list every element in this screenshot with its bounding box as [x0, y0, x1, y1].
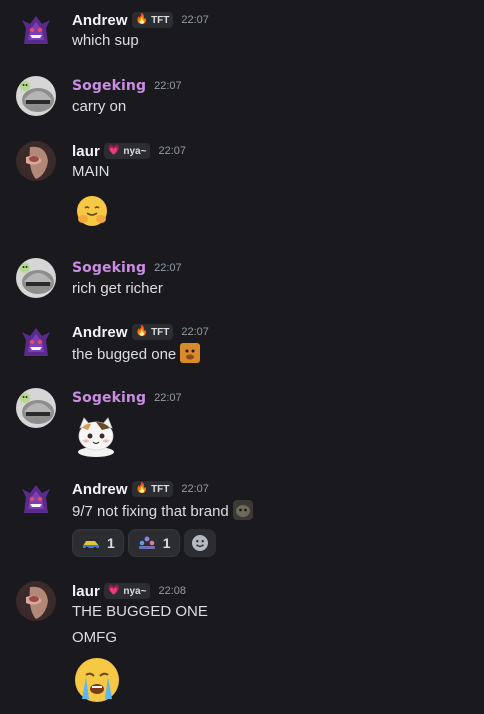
timestamp: 22:07 — [181, 483, 209, 495]
fire-icon: 🔥 — [135, 326, 149, 337]
add-reaction-button[interactable] — [183, 529, 216, 557]
timestamp: 22:08 — [158, 585, 186, 597]
car-emoji — [83, 541, 99, 551]
timestamp: 22:07 — [154, 262, 182, 274]
avatar-andrew[interactable] — [16, 322, 56, 362]
timestamp: 22:07 — [154, 80, 182, 92]
smiley-icon — [191, 535, 208, 551]
reaction-count: 1 — [107, 535, 115, 551]
timestamp: 22:07 — [181, 326, 209, 338]
author-name[interactable]: Sogeking — [72, 260, 146, 276]
user-tag: 💗 nya~ — [103, 143, 151, 159]
cat-sticker[interactable] — [72, 412, 476, 465]
avatar-andrew[interactable] — [16, 479, 56, 519]
avatar-sogeking[interactable] — [16, 258, 56, 298]
crying-face-emoji[interactable] — [72, 655, 476, 710]
message-text: which sup — [72, 32, 139, 49]
message-text: OMFG — [72, 629, 117, 646]
fire-icon: 🔥 — [135, 14, 149, 25]
avatar-sogeking[interactable] — [16, 76, 56, 116]
user-tag: 🔥 TFT — [131, 481, 174, 497]
avatar-laur[interactable] — [16, 581, 56, 621]
heart-icon: 💗 — [107, 585, 121, 596]
avatar-laur[interactable] — [16, 141, 56, 181]
hugging-face-emoji[interactable] — [72, 191, 476, 231]
avatar-sogeking[interactable] — [16, 388, 56, 428]
timestamp: 22:07 — [181, 14, 209, 26]
author-name[interactable]: laur — [72, 143, 100, 160]
fire-icon: 🔥 — [135, 483, 149, 494]
author-name[interactable]: Andrew — [72, 324, 128, 341]
people-emoji — [138, 536, 155, 549]
chat-messages: Andrew 🔥 TFT 22:07 which sup Sogeking 22… — [0, 0, 484, 714]
author-name[interactable]: laur — [72, 583, 100, 600]
heart-icon: 💗 — [107, 145, 121, 156]
reactions: 1 1 — [72, 529, 476, 557]
timestamp: 22:07 — [158, 145, 186, 157]
monkey-emoji[interactable] — [232, 499, 254, 521]
user-tag: 💗 nya~ — [103, 583, 151, 599]
user-tag: 🔥 TFT — [131, 12, 174, 28]
reaction-people[interactable]: 1 — [127, 529, 180, 557]
message-text: THE BUGGED ONE — [72, 603, 208, 620]
user-tag: 🔥 TFT — [131, 324, 174, 340]
timestamp: 22:07 — [154, 392, 182, 404]
avatar-andrew[interactable] — [16, 10, 56, 50]
author-name[interactable]: Sogeking — [72, 390, 146, 406]
author-name[interactable]: Andrew — [72, 481, 128, 498]
reaction-count: 1 — [162, 535, 171, 551]
author-name[interactable]: Andrew — [72, 12, 128, 29]
message-text: MAIN — [72, 163, 110, 180]
message-text: 9/7 not fixing that brand — [72, 499, 476, 523]
message-text: carry on — [72, 98, 127, 115]
doge-emoji[interactable] — [179, 342, 201, 364]
author-name[interactable]: Sogeking — [72, 78, 146, 94]
message-text: rich get richer — [72, 280, 163, 297]
message-text: the bugged one — [72, 342, 476, 366]
reaction-car[interactable]: 1 — [72, 529, 124, 557]
